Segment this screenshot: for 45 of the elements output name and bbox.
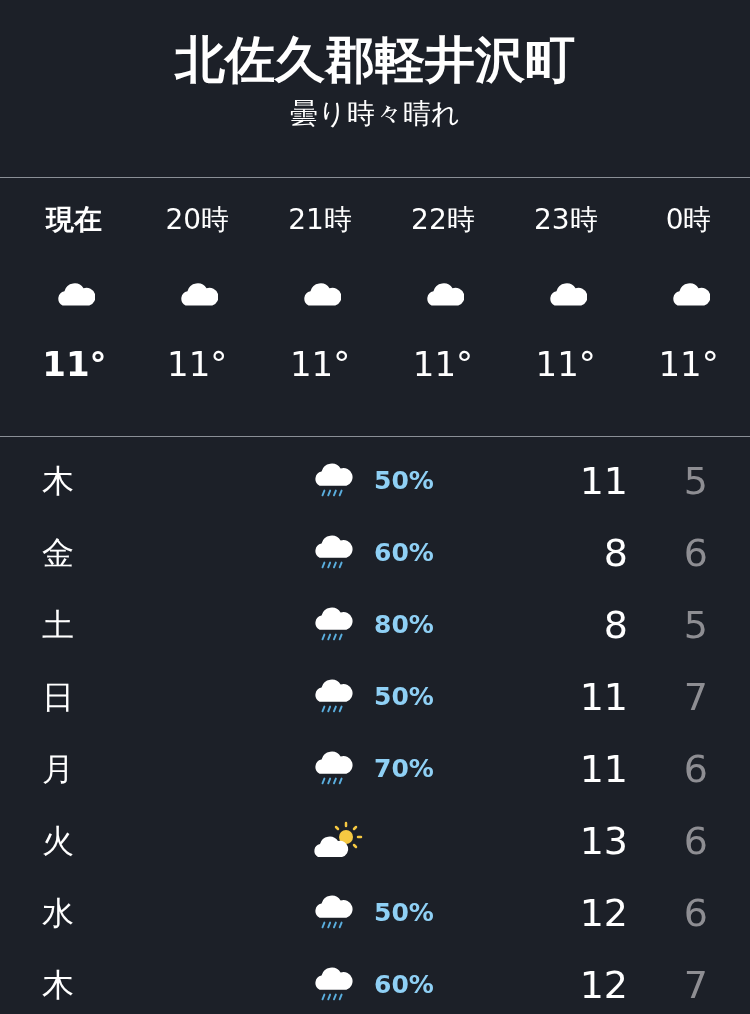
precipitation-chance: 50% <box>374 465 435 498</box>
low-temperature: 6 <box>682 817 708 865</box>
location-title: 北佐久郡軽井沢町 <box>175 30 575 91</box>
precipitation-chance: 80% <box>374 609 435 642</box>
temperature: 11° <box>658 344 719 384</box>
low-temperature: 6 <box>682 889 708 937</box>
high-temperature: 8 <box>602 529 628 577</box>
low-temperature: 6 <box>682 529 708 577</box>
hour-label: 0時 <box>665 202 712 238</box>
day-label: 水 <box>41 893 75 934</box>
precipitation-chance: 60% <box>374 537 435 570</box>
low-temperature: 6 <box>682 745 708 793</box>
temperature: 11° <box>42 344 107 384</box>
temperature: 11° <box>412 344 474 384</box>
high-temperature: 11 <box>578 673 628 721</box>
temperature: 11° <box>289 344 351 384</box>
low-temperature: 5 <box>682 601 708 649</box>
precipitation-chance: 70% <box>374 753 435 786</box>
day-label: 月 <box>41 749 75 790</box>
condition-text: 曇り時々晴れ <box>290 96 460 132</box>
high-temperature: 8 <box>602 601 628 649</box>
day-label: 金 <box>41 533 75 574</box>
hour-label: 20時 <box>165 202 230 238</box>
precipitation-chance: 50% <box>374 681 435 714</box>
low-temperature: 7 <box>682 961 708 1009</box>
day-label: 火 <box>41 821 75 862</box>
hour-label: 現在 <box>46 202 103 238</box>
temperature: 11° <box>167 344 228 384</box>
hour-label: 23時 <box>533 202 598 238</box>
high-temperature: 11 <box>578 457 628 505</box>
high-temperature: 12 <box>578 961 628 1009</box>
precipitation-chance: 50% <box>374 897 435 930</box>
low-temperature: 7 <box>682 673 708 721</box>
day-label: 土 <box>41 605 75 646</box>
hour-label: 22時 <box>411 202 475 238</box>
precipitation-chance: 60% <box>374 969 435 1002</box>
high-temperature: 12 <box>578 889 628 937</box>
day-label: 木 <box>41 965 75 1006</box>
day-label: 木 <box>41 461 75 502</box>
high-temperature: 13 <box>578 817 628 865</box>
day-label: 日 <box>41 677 75 718</box>
low-temperature: 5 <box>682 457 708 505</box>
hour-label: 21時 <box>288 202 352 238</box>
high-temperature: 11 <box>578 745 628 793</box>
temperature: 11° <box>535 344 596 384</box>
